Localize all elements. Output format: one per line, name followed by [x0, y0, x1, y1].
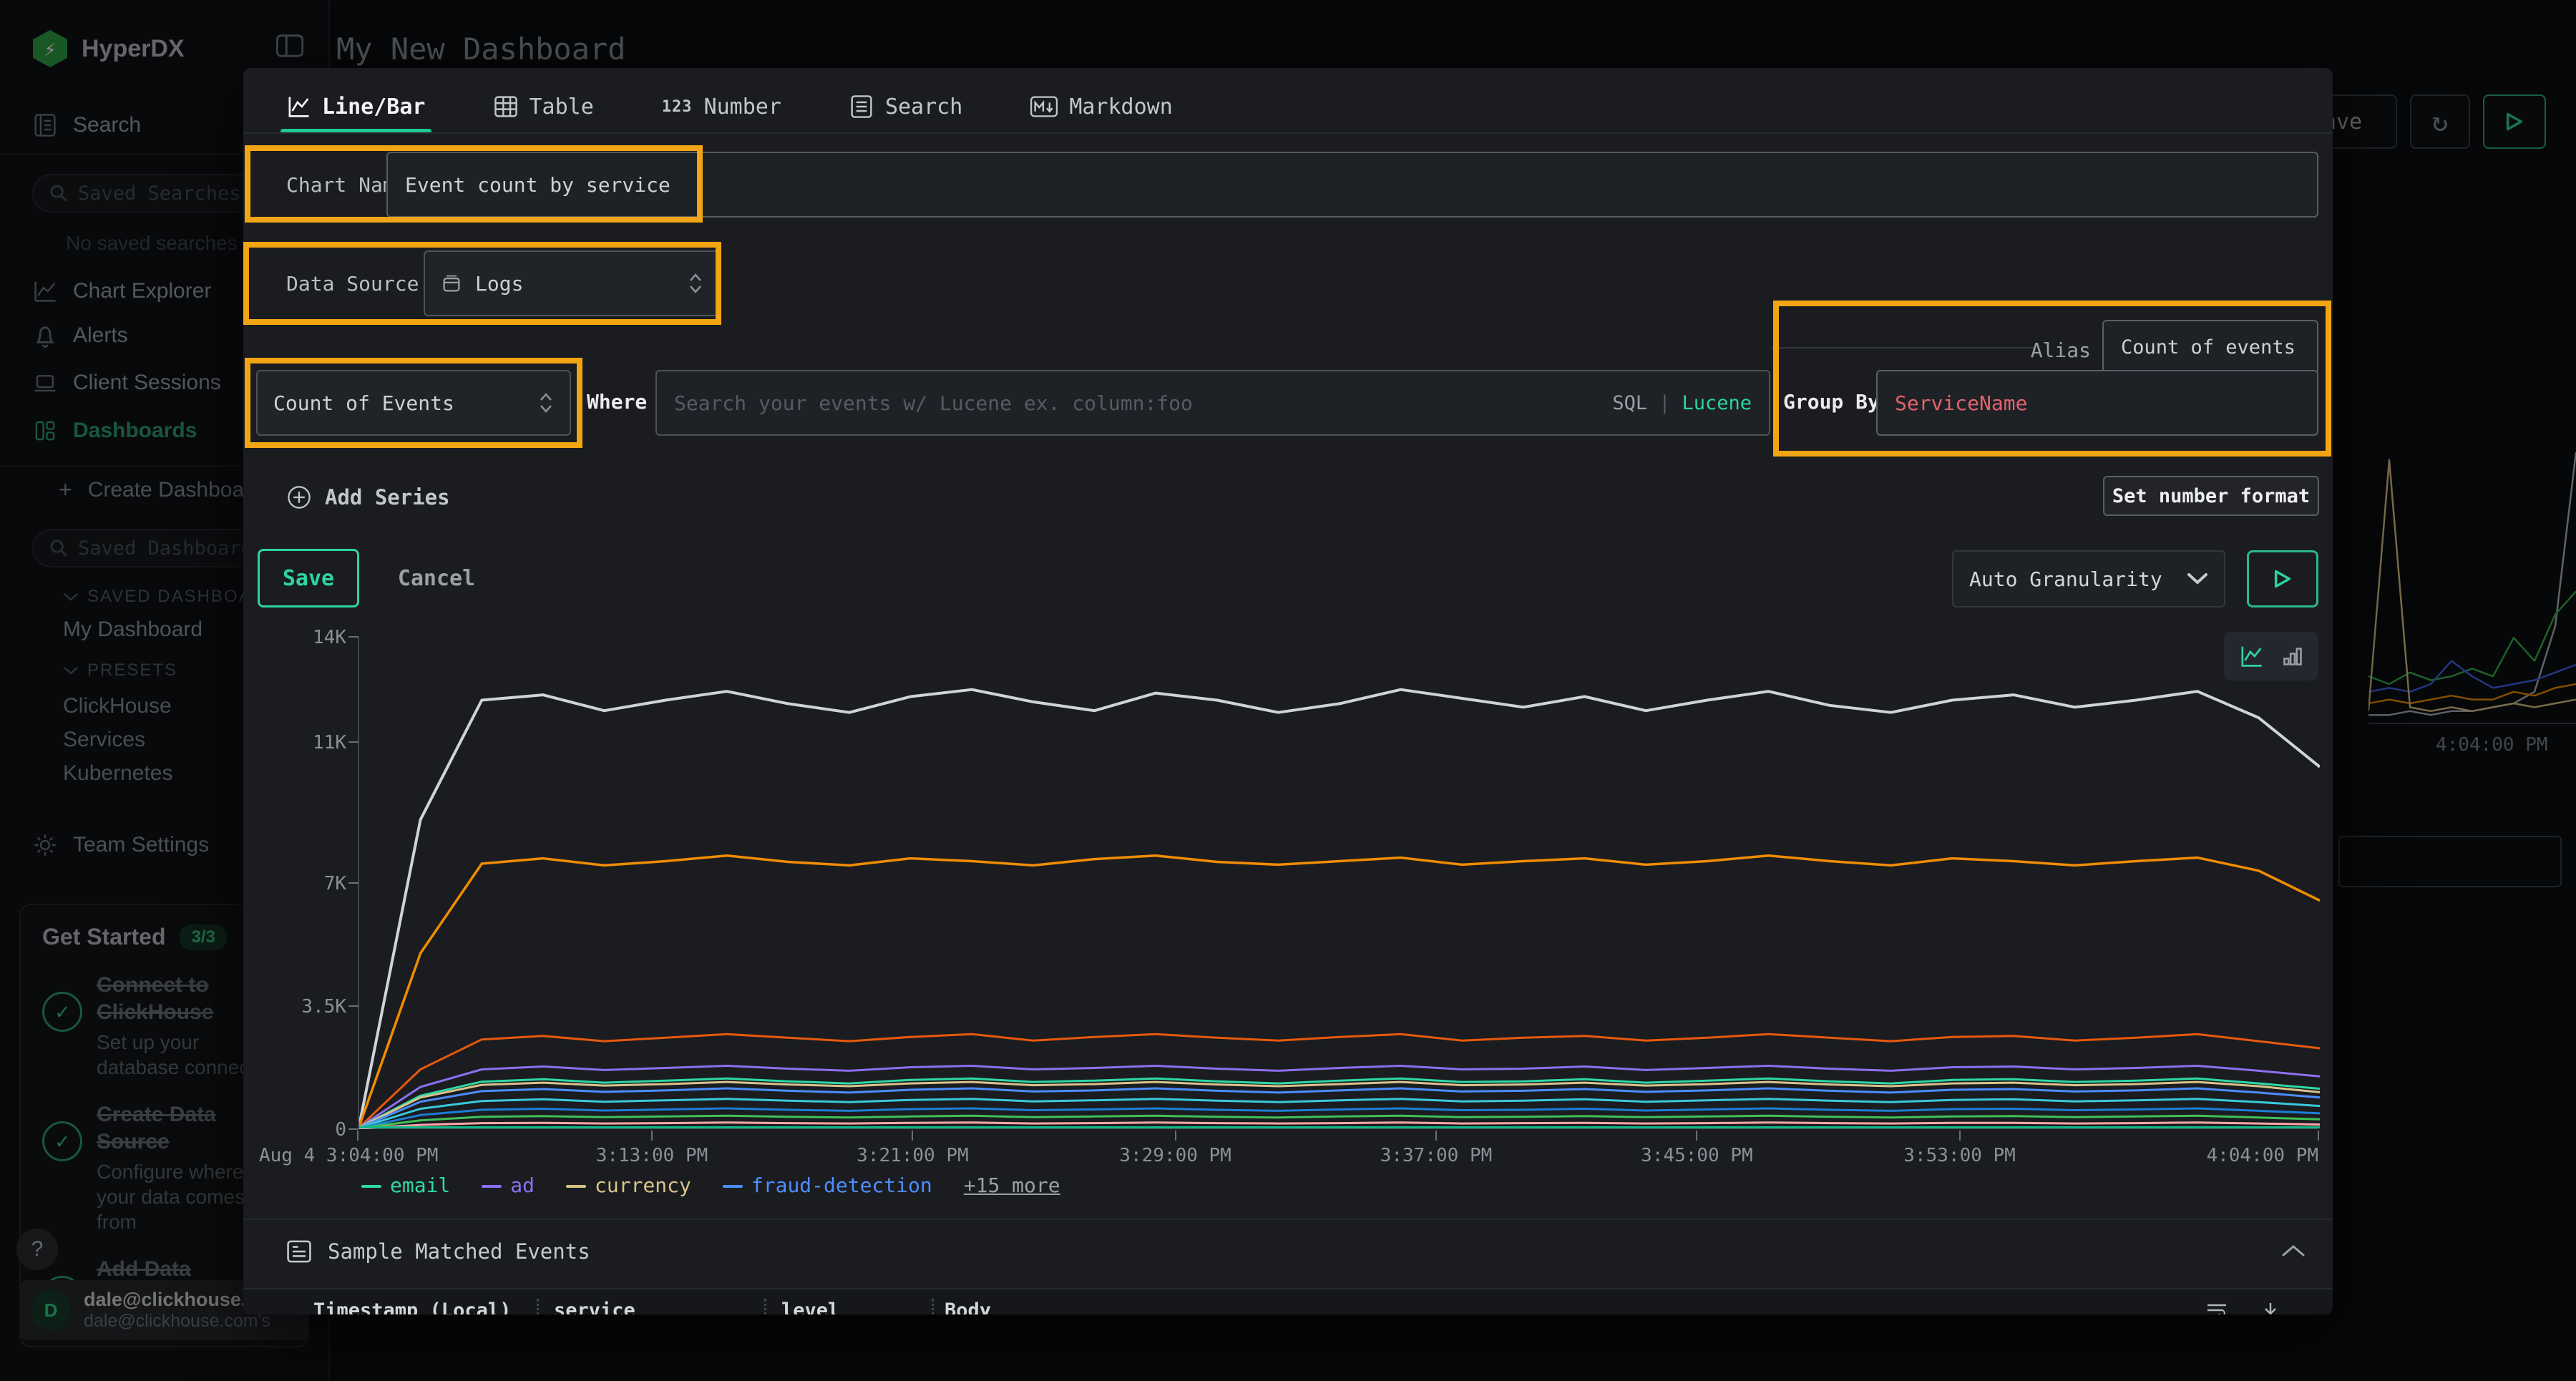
granularity-select[interactable]: Auto Granularity — [1952, 550, 2225, 607]
granularity-value: Auto Granularity — [1969, 567, 2174, 591]
x-axis-labels: Aug 4 3:04:00 PM3:13:00 PM3:21:00 PM3:29… — [358, 1131, 2318, 1173]
tab-label: Number — [704, 94, 781, 119]
sample-events-title: Sample Matched Events — [328, 1239, 590, 1264]
collapse-chevron-icon[interactable] — [2281, 1244, 2306, 1257]
table-icon — [494, 94, 518, 119]
chart-name-field[interactable] — [405, 173, 2300, 197]
legend-item[interactable]: ad — [482, 1173, 535, 1197]
tabs-divider — [243, 132, 2333, 134]
y-axis-labels: 14K11K7K3.5K0 — [272, 627, 346, 1119]
where-label: Where — [587, 390, 647, 414]
tab-search[interactable]: Search — [849, 81, 962, 132]
aggregation-select[interactable]: Count of Events — [256, 370, 571, 436]
section-divider — [243, 1219, 2333, 1220]
aggregation-value: Count of Events — [273, 391, 525, 415]
x-tick-label: 4:04:00 PM — [2206, 1145, 2318, 1166]
select-chevrons-icon — [538, 391, 554, 415]
events-table-header: Timestamp (Local) service level Body — [243, 1288, 2333, 1314]
x-tick-label: 3:45:00 PM — [1641, 1145, 1753, 1166]
alias-label: Alias — [1996, 338, 2091, 362]
x-tick-label: 3:21:00 PM — [857, 1145, 969, 1166]
x-tick-label: 3:13:00 PM — [596, 1145, 708, 1166]
column-header-body[interactable]: Body — [945, 1299, 991, 1314]
legend-item[interactable]: currency — [566, 1173, 691, 1197]
group-by-field[interactable] — [1895, 391, 2300, 415]
markdown-icon — [1030, 96, 1058, 117]
data-source-label: Data Source — [286, 272, 419, 296]
app-root: ⚡ HyperDX Search No saved searches Chart… — [0, 0, 2576, 1381]
sql-toggle[interactable]: SQL — [1612, 392, 1647, 414]
column-separator[interactable] — [764, 1299, 766, 1314]
tab-label: Table — [530, 94, 594, 119]
select-chevrons-icon — [688, 271, 703, 296]
line-chart-icon — [286, 94, 311, 119]
alias-input[interactable] — [2102, 320, 2318, 374]
x-tick-label: 3:37:00 PM — [1380, 1145, 1493, 1166]
column-separator[interactable] — [932, 1299, 934, 1314]
tab-label: Markdown — [1069, 94, 1173, 119]
wrap-lines-icon[interactable] — [2205, 1301, 2228, 1314]
tab-line-bar[interactable]: Line/Bar — [286, 81, 426, 132]
search-list-icon — [849, 94, 874, 119]
save-button[interactable]: Save — [258, 549, 359, 607]
alias-field[interactable] — [2121, 336, 2300, 358]
main-chart-plot — [358, 637, 2318, 1129]
legend-more-link[interactable]: +15 more — [964, 1173, 1060, 1197]
play-icon — [2273, 569, 2292, 589]
column-header-level[interactable]: level — [781, 1299, 839, 1314]
y-tick-label: 11K — [272, 732, 346, 753]
edit-chart-modal: Line/Bar Table 123 Number Search Markdow… — [243, 68, 2333, 1314]
chart-legend: email ad currency fraud-detection +15 more — [361, 1173, 1060, 1197]
x-tick-label: Aug 4 3:04:00 PM — [259, 1145, 438, 1166]
lucene-toggle[interactable]: Lucene — [1682, 392, 1752, 414]
set-number-format-button[interactable]: Set number format — [2103, 476, 2319, 516]
tab-label: Line/Bar — [322, 94, 426, 119]
tab-number[interactable]: 123 Number — [662, 81, 781, 132]
x-tick-label: 3:29:00 PM — [1119, 1145, 1231, 1166]
data-source-select[interactable]: Logs — [424, 250, 721, 316]
chart-name-input[interactable] — [386, 152, 2318, 218]
y-tick-label: 7K — [272, 873, 346, 894]
legend-item[interactable]: email — [361, 1173, 450, 1197]
tab-markdown[interactable]: Markdown — [1030, 81, 1173, 132]
group-by-label: Group By — [1783, 390, 1880, 414]
x-tick-label: 3:53:00 PM — [1903, 1145, 2016, 1166]
y-tick-label: 0 — [272, 1119, 346, 1141]
list-icon — [286, 1239, 312, 1264]
column-header-timestamp[interactable]: Timestamp (Local) — [313, 1299, 511, 1314]
data-source-value: Logs — [475, 272, 675, 296]
download-icon[interactable] — [2260, 1301, 2281, 1314]
alias-connector-line — [1772, 347, 2034, 348]
column-header-service[interactable]: service — [554, 1299, 635, 1314]
add-series-button[interactable]: Add Series — [286, 484, 450, 510]
y-tick-label: 3.5K — [272, 996, 346, 1018]
database-icon — [441, 273, 462, 294]
chart-type-tabs: Line/Bar Table 123 Number Search Markdow… — [286, 81, 1173, 132]
chevron-down-icon — [2187, 572, 2208, 585]
y-tick-label: 14K — [272, 627, 346, 648]
run-query-button[interactable] — [2247, 550, 2318, 607]
tab-table[interactable]: Table — [494, 81, 594, 132]
number-123-icon: 123 — [662, 98, 693, 116]
sample-events-header[interactable]: Sample Matched Events — [286, 1239, 590, 1264]
where-field[interactable] — [674, 391, 1612, 415]
group-by-input[interactable] — [1876, 370, 2318, 436]
cancel-button[interactable]: Cancel — [390, 549, 483, 607]
circle-plus-icon — [286, 484, 312, 510]
legend-item[interactable]: fraud-detection — [723, 1173, 932, 1197]
column-separator[interactable] — [537, 1299, 539, 1314]
tab-label: Search — [885, 94, 962, 119]
where-input[interactable]: SQL | Lucene — [655, 370, 1770, 436]
add-series-label: Add Series — [325, 485, 450, 509]
toggle-separator: | — [1659, 392, 1670, 414]
